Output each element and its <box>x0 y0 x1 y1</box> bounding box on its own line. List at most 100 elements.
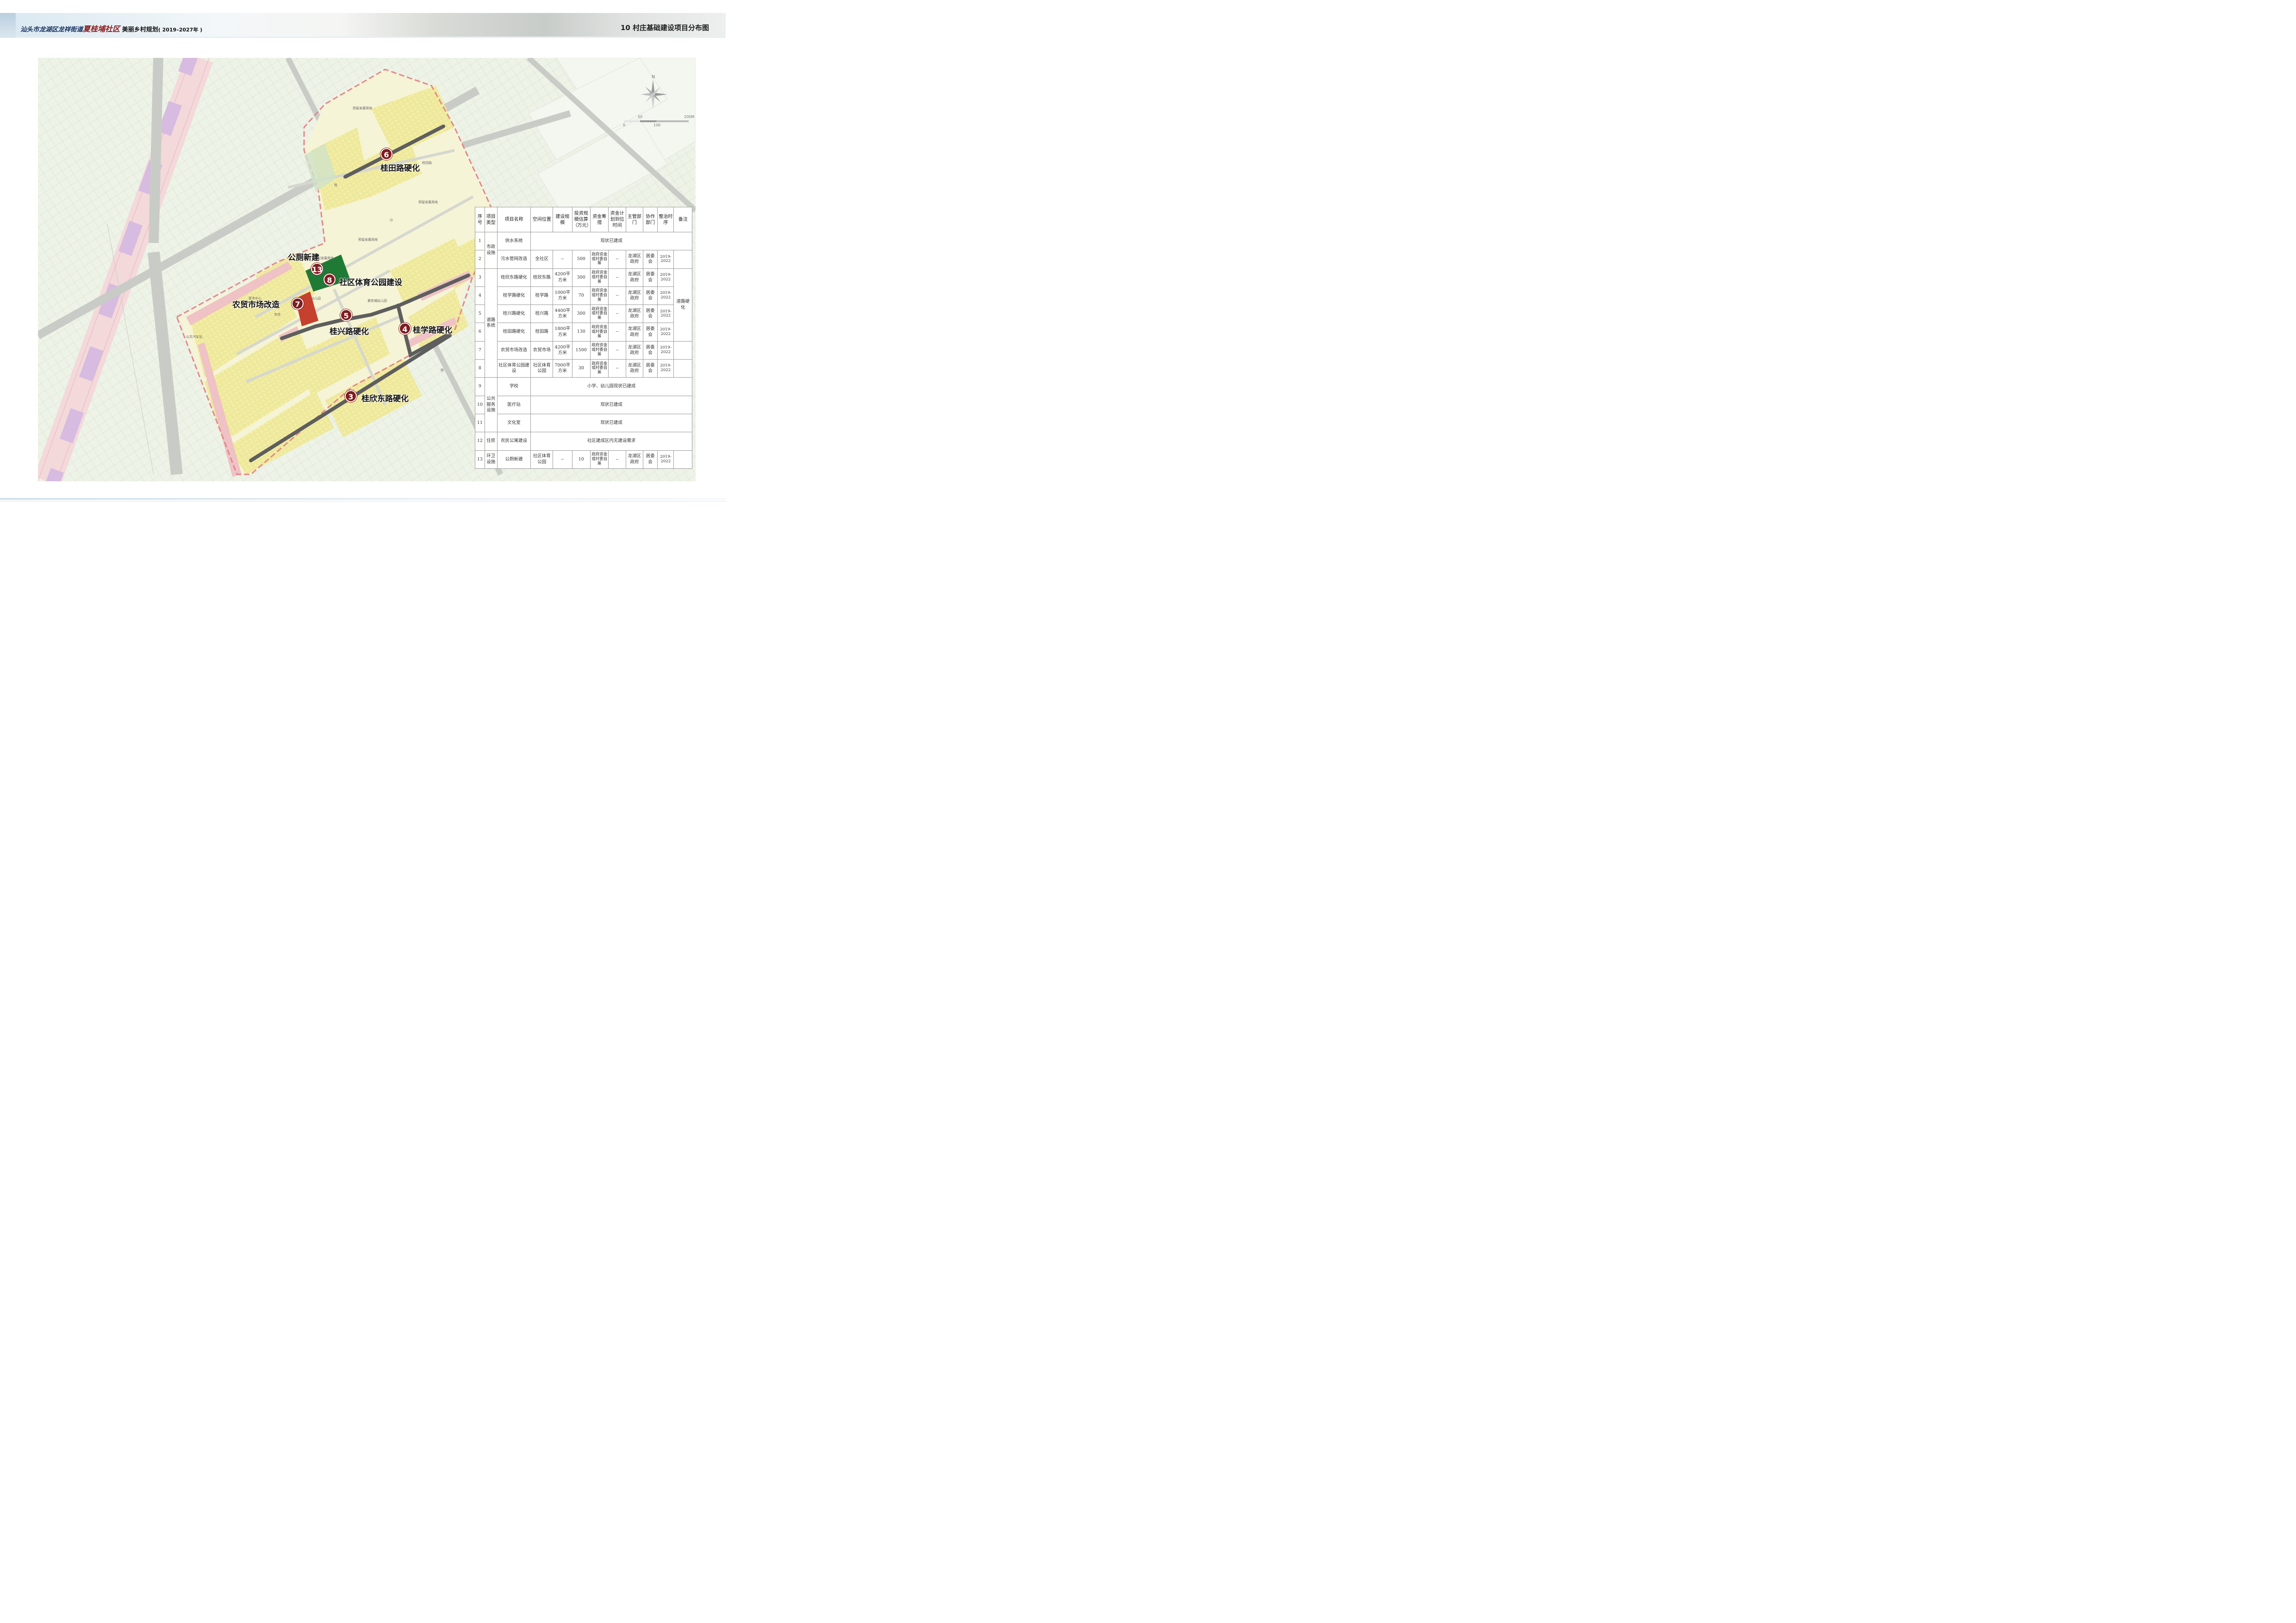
cell-name: 农民公寓建设 <box>497 432 531 451</box>
cell-no: 1 <box>475 231 485 251</box>
cell-location: 桂田路 <box>530 323 554 342</box>
cell-scale: 7000平方米 <box>553 359 572 378</box>
cell-coop: 居委会 <box>643 286 658 305</box>
cell-scale: -- <box>553 450 572 469</box>
reserved-land-label-1: 预留发展用地 <box>353 106 372 110</box>
cell-lead: 龙湖区政府 <box>625 250 644 269</box>
cell-no: 9 <box>475 377 485 396</box>
cell-scale: 4200平方米 <box>553 341 572 360</box>
project-marker-7[interactable]: 7 <box>292 298 304 310</box>
project-label-3: 桂欣东路硬化 <box>361 394 409 404</box>
guipu-kindergarten-label: 夏桂埔幼儿园 <box>367 299 387 303</box>
col-header-fund-time: 资金计划到位时间 <box>608 207 626 232</box>
scale-bar: 0 50 100 200M <box>623 115 697 130</box>
cell-invest: 130 <box>572 323 591 342</box>
table-row: 5 桂兴路硬化 桂兴路 4400平方米 300 政府资金或村委自筹 -- 龙湖区… <box>475 305 692 323</box>
cell-location: 桂兴路 <box>530 305 554 323</box>
scale-label-200m: 200M <box>684 115 695 119</box>
cell-no: 13 <box>475 450 485 469</box>
col-header-remark: 备注 <box>673 207 692 232</box>
project-marker-8[interactable]: 8 <box>324 274 336 286</box>
cell-no: 10 <box>475 395 485 414</box>
cell-lead: 龙湖区政府 <box>625 341 644 360</box>
street-name-guitian: 桂田路 <box>422 161 432 165</box>
sheet-title: 10 村庄基础建设项目分布图 <box>620 24 709 32</box>
reserved-land-label-3: 预留发展用地 <box>358 238 378 242</box>
cell-no: 5 <box>475 305 485 323</box>
cell-invest: 500 <box>572 250 591 269</box>
cell-scale: 1800平方米 <box>553 323 572 342</box>
cell-fund-time: -- <box>608 250 626 269</box>
col-header-investment: 投资规模估算（万元） <box>572 207 591 232</box>
cell-lead: 龙湖区政府 <box>625 286 644 305</box>
cell-funding: 政府资金或村委自筹 <box>590 268 609 287</box>
title-plan: 美丽乡村规划 <box>122 26 158 33</box>
bus-stop-label: 公共汽车站 <box>186 335 202 339</box>
col-header-coop-dept: 协作部门 <box>643 207 658 232</box>
cell-funding: 政府资金或村委自筹 <box>590 305 609 323</box>
compass-rose-icon: N <box>641 75 667 109</box>
cell-type-sanitation: 环卫设施 <box>484 450 498 469</box>
header-accent-block <box>0 13 16 38</box>
cell-period: 2019-2022 <box>657 341 674 360</box>
table-row: 9 公共服务设施 学校 小学、幼儿园现状已建成 <box>475 377 692 433</box>
cell-scale: -- <box>553 250 572 269</box>
scale-label-50: 50 <box>638 115 643 119</box>
cell-period: 2019-2022 <box>657 450 674 469</box>
market-area-label: 市场 <box>274 313 280 317</box>
cell-type-public-service: 公共服务设施 <box>484 377 498 433</box>
project-marker-13[interactable]: 13 <box>311 263 323 275</box>
cell-status: 社区建成区内无建设需求 <box>530 432 692 451</box>
cell-no: 2 <box>475 250 485 269</box>
cell-lead: 龙湖区政府 <box>625 323 644 342</box>
cell-name: 桂学路硬化 <box>497 286 531 305</box>
cell-name: 文化室 <box>497 413 531 433</box>
cell-period: 2019-2022 <box>657 323 674 342</box>
table-row: 8 社区体育公园建设 社区体育公园 7000平方米 30 政府资金或村委自筹 -… <box>475 359 692 378</box>
cell-remark <box>673 250 692 269</box>
cell-name: 供水系统 <box>497 231 531 251</box>
project-label-7: 农贸市场改造 <box>232 300 280 310</box>
cell-name: 学校 <box>497 377 531 396</box>
cell-funding: 政府资金或村委自筹 <box>590 341 609 360</box>
cell-lead: 龙湖区政府 <box>625 450 644 469</box>
col-header-lead-dept: 主管部门 <box>625 207 644 232</box>
cell-name: 污水管网改造 <box>497 250 531 269</box>
cell-period: 2019-2022 <box>657 359 674 378</box>
cell-invest: 70 <box>572 286 591 305</box>
cell-scale: 4200平方米 <box>553 268 572 287</box>
cell-coop: 居委会 <box>643 359 658 378</box>
footer-band <box>0 498 726 500</box>
project-marker-3[interactable]: 3 <box>345 390 357 402</box>
cell-remark-roads: 道路硬化 <box>673 268 692 342</box>
cell-no: 4 <box>475 286 485 305</box>
cell-status: 现状已建成 <box>530 231 692 251</box>
cell-lead: 龙湖区政府 <box>625 268 644 287</box>
reserved-land-label-2: 预留发展用地 <box>418 200 438 204</box>
table-row: 4 桂学路硬化 桂学路 1000平方米 70 政府资金或村委自筹 -- 龙湖区政… <box>475 286 692 305</box>
cell-funding: 政府资金或村委自筹 <box>590 323 609 342</box>
project-marker-5[interactable]: 5 <box>340 309 352 321</box>
table-row: 10 医疗站 现状已建成 <box>475 395 692 414</box>
col-header-location: 空间位置 <box>530 207 554 232</box>
street-name-shan: 山 <box>390 218 393 222</box>
table-row: 6 桂田路硬化 桂田路 1800平方米 130 政府资金或村委自筹 -- 龙湖区… <box>475 323 692 342</box>
cell-name: 桂田路硬化 <box>497 323 531 342</box>
kindergarten-label: 幼儿园 <box>311 297 321 300</box>
project-label-4: 桂学路硬化 <box>413 326 452 335</box>
table-row: 12 住房 农民公寓建设 社区建成区内无建设需求 <box>475 432 692 451</box>
col-header-name: 项目名称 <box>497 207 531 232</box>
col-header-scale: 建设规模 <box>553 207 572 232</box>
title-community: 夏桂埔社区 <box>83 25 120 33</box>
col-header-no: 序号 <box>475 207 485 232</box>
cell-coop: 居委会 <box>643 323 658 342</box>
cell-funding: 政府资金或村委自筹 <box>590 450 609 469</box>
footer-band-thin <box>0 501 726 502</box>
project-label-6: 桂田路硬化 <box>380 164 420 173</box>
project-marker-4[interactable]: 4 <box>399 323 411 335</box>
cell-funding: 政府资金或村委自筹 <box>590 250 609 269</box>
cell-remark <box>673 341 692 360</box>
project-label-8: 社区体育公园建设 <box>339 278 402 287</box>
cell-fund-time: -- <box>608 359 626 378</box>
project-marker-6[interactable]: 6 <box>380 148 392 160</box>
